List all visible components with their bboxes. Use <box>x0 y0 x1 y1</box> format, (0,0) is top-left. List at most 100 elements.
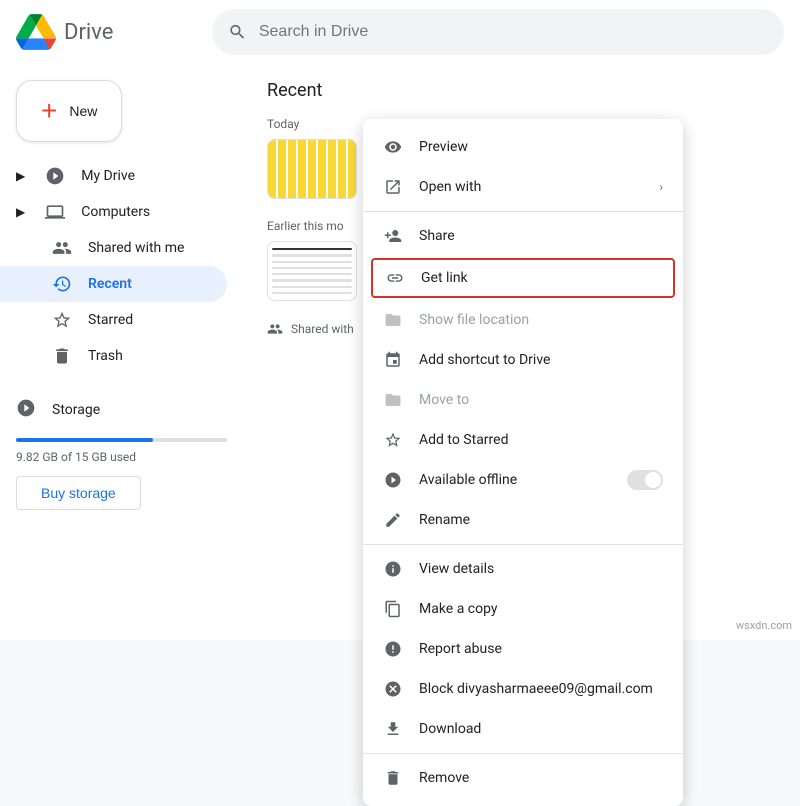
add-starred-label: Add to Starred <box>419 432 508 448</box>
download-label: Download <box>419 721 481 737</box>
menu-item-view-details[interactable]: View details <box>363 549 683 589</box>
sidebar-item-computers[interactable]: ▶ Computers <box>0 194 227 230</box>
move-to-label: Move to <box>419 392 469 408</box>
sidebar-label-starred: Starred <box>88 312 133 328</box>
add-shortcut-icon <box>383 350 403 370</box>
sidebar-item-trash[interactable]: Trash <box>0 338 227 374</box>
recent-icon <box>52 274 72 294</box>
available-offline-label: Available offline <box>419 472 517 488</box>
menu-item-available-offline[interactable]: Available offline <box>363 460 683 500</box>
file-thumb-1 <box>267 139 357 199</box>
menu-divider-1 <box>363 211 683 212</box>
storage-bar <box>16 438 153 442</box>
file-card-3[interactable] <box>267 241 357 305</box>
content-title: Recent <box>267 80 776 101</box>
context-menu: Preview Open with › Share <box>363 119 683 806</box>
make-copy-icon <box>383 599 403 619</box>
report-abuse-label: Report abuse <box>419 641 502 657</box>
computers-icon <box>45 202 65 222</box>
open-with-icon <box>383 177 403 197</box>
menu-item-download[interactable]: Download <box>363 709 683 749</box>
download-icon <box>383 719 403 739</box>
storage-icon <box>16 398 36 422</box>
sidebar-label-computers: Computers <box>81 204 150 220</box>
block-user-label: Block divyasharmaeee09@gmail.com <box>419 681 653 697</box>
sidebar-item-my-drive[interactable]: ▶ My Drive <box>0 158 227 194</box>
menu-item-remove[interactable]: Remove <box>363 758 683 798</box>
storage-used-text: 9.82 GB of 15 GB used <box>16 450 227 464</box>
search-bar[interactable] <box>212 9 784 55</box>
starred-icon <box>52 310 72 330</box>
share-label: Share <box>419 228 455 244</box>
menu-item-rename[interactable]: Rename <box>363 500 683 540</box>
shared-with-icon <box>267 321 283 337</box>
file-card-1[interactable] <box>267 139 357 203</box>
get-link-label: Get link <box>421 270 468 286</box>
shared-icon <box>52 238 72 258</box>
header: Drive <box>0 0 800 64</box>
new-plus-icon: + <box>41 97 57 125</box>
file-thumb-3 <box>267 241 357 301</box>
add-shortcut-label: Add shortcut to Drive <box>419 352 550 368</box>
buy-storage-button[interactable]: Buy storage <box>16 476 141 510</box>
share-icon <box>383 226 403 246</box>
content-area: Recent Today + Earlier this mo <box>243 64 800 640</box>
main-layout: + New ▶ My Drive ▶ Computers Shared with <box>0 64 800 640</box>
menu-item-add-starred[interactable]: Add to Starred <box>363 420 683 460</box>
menu-item-block-user[interactable]: Block divyasharmaeee09@gmail.com <box>363 669 683 709</box>
rename-label: Rename <box>419 512 470 528</box>
storage-label: Storage <box>16 390 227 430</box>
menu-item-preview[interactable]: Preview <box>363 127 683 167</box>
menu-item-get-link[interactable]: Get link <box>371 258 675 298</box>
sidebar-item-shared[interactable]: Shared with me <box>0 230 227 266</box>
remove-icon <box>383 768 403 788</box>
new-button-label: New <box>69 103 97 119</box>
logo-text: Drive <box>64 20 113 45</box>
drive-logo-icon <box>16 12 56 52</box>
menu-item-open-with[interactable]: Open with › <box>363 167 683 207</box>
my-drive-icon <box>45 166 65 186</box>
remove-label: Remove <box>419 770 469 786</box>
logo-area: Drive <box>16 12 196 52</box>
arrow-icon: ▶ <box>16 169 25 183</box>
sidebar: + New ▶ My Drive ▶ Computers Shared with <box>0 64 243 640</box>
block-user-icon <box>383 679 403 699</box>
sidebar-label-my-drive: My Drive <box>81 168 135 184</box>
menu-item-make-copy[interactable]: Make a copy <box>363 589 683 629</box>
open-with-chevron: › <box>659 180 663 194</box>
preview-icon <box>383 137 403 157</box>
report-abuse-icon <box>383 639 403 659</box>
watermark: wsxdn.com <box>736 619 792 632</box>
sidebar-label-recent: Recent <box>88 276 132 292</box>
show-location-label: Show file location <box>419 312 529 328</box>
add-starred-icon <box>383 430 403 450</box>
view-details-label: View details <box>419 561 494 577</box>
make-copy-label: Make a copy <box>419 601 498 617</box>
sidebar-label-trash: Trash <box>88 348 123 364</box>
preview-label: Preview <box>419 139 468 155</box>
move-to-icon <box>383 390 403 410</box>
menu-item-add-shortcut[interactable]: Add shortcut to Drive <box>363 340 683 380</box>
menu-item-share[interactable]: Share <box>363 216 683 256</box>
sidebar-item-recent[interactable]: Recent <box>0 266 227 302</box>
sidebar-label-shared: Shared with me <box>88 240 184 256</box>
offline-toggle[interactable] <box>627 470 663 490</box>
storage-section: Storage 9.82 GB of 15 GB used Buy storag… <box>0 374 243 518</box>
arrow-icon-computers: ▶ <box>16 205 25 219</box>
search-icon <box>228 22 247 42</box>
new-button[interactable]: + New <box>16 80 122 142</box>
menu-divider-2 <box>363 544 683 545</box>
menu-item-show-location: Show file location <box>363 300 683 340</box>
view-details-icon <box>383 559 403 579</box>
storage-text-label: Storage <box>52 402 100 418</box>
available-offline-icon <box>383 470 403 490</box>
sidebar-item-starred[interactable]: Starred <box>0 302 227 338</box>
search-input[interactable] <box>259 23 768 41</box>
shared-with-text: Shared with <box>291 322 354 336</box>
menu-item-move-to: Move to <box>363 380 683 420</box>
menu-divider-3 <box>363 753 683 754</box>
storage-bar-container <box>16 438 227 442</box>
trash-icon <box>52 346 72 366</box>
menu-item-report-abuse[interactable]: Report abuse <box>363 629 683 669</box>
rename-icon <box>383 510 403 530</box>
